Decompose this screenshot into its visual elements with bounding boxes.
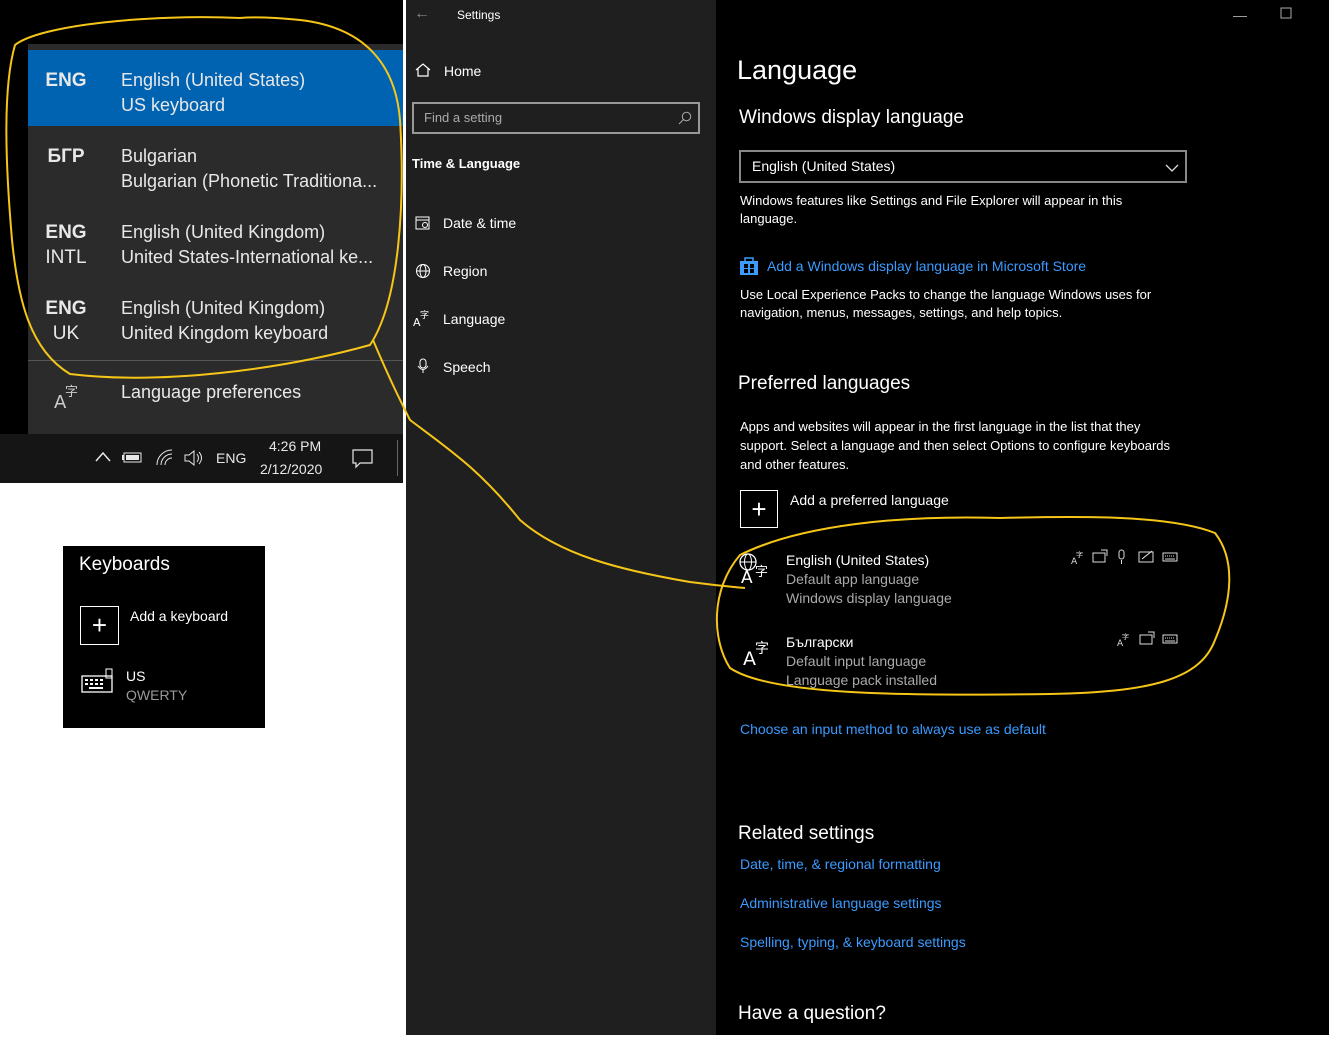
language-item-name[interactable]: Български — [786, 634, 853, 650]
globe-icon — [415, 263, 431, 284]
svg-text:字: 字 — [755, 641, 769, 657]
related-link-regional-formatting[interactable]: Date, time, & regional formatting — [740, 856, 941, 872]
back-arrow-icon[interactable]: ← — [414, 5, 430, 23]
chevron-down-icon — [1165, 160, 1179, 178]
preferred-languages-heading: Preferred languages — [738, 373, 911, 394]
language-item-name[interactable]: English (United States) — [786, 552, 929, 568]
svg-text:字: 字 — [1122, 632, 1129, 641]
flyout-item-text: English (United Kingdom) United Kingdom k… — [121, 298, 329, 343]
flyout-item-text: English (United Kingdom) United States-In… — [121, 222, 374, 267]
keyboard-icon — [81, 668, 115, 701]
svg-text:字: 字 — [1076, 550, 1083, 559]
display-language-select[interactable]: English (United States) — [739, 150, 1187, 183]
settings-content-pane: — Language Windows display language Engl… — [716, 0, 1329, 1035]
display-language-heading: Windows display language — [739, 107, 964, 128]
language-item-sub1: Default input language — [786, 653, 927, 669]
page-title: Language — [737, 55, 858, 85]
lxp-description: Use Local Experience Packs to change the… — [740, 287, 1152, 320]
flyout-item-code: ENG INTL — [45, 222, 87, 268]
microphone-icon — [416, 358, 430, 379]
add-keyboard-label[interactable]: Add a keyboard — [130, 608, 228, 624]
handwriting-feature-icon — [1138, 550, 1154, 563]
related-link-spelling-typing[interactable]: Spelling, typing, & keyboard settings — [740, 934, 966, 950]
window-title: Settings — [457, 8, 501, 22]
nav-speech[interactable]: Speech — [443, 359, 490, 375]
flyout-divider — [28, 360, 403, 361]
related-settings-heading: Related settings — [738, 823, 875, 844]
language-preferences-icon: A字 — [54, 382, 84, 418]
flyout-item-bulgarian[interactable]: БГР Bulgarian Bulgarian (Phonetic Traditi… — [28, 126, 403, 202]
related-link-admin-language[interactable]: Administrative language settings — [740, 895, 942, 911]
chevron-up-icon[interactable] — [94, 448, 112, 469]
add-preferred-language-label[interactable]: Add a preferred language — [790, 492, 949, 508]
search-input[interactable]: Find a setting — [412, 102, 700, 134]
wifi-icon[interactable] — [156, 449, 174, 470]
nav-date-time[interactable]: Date & time — [443, 215, 516, 231]
display-language-description: Windows features like Settings and File … — [740, 193, 1123, 226]
flyout-item-eng-uk[interactable]: ENG UK English (United Kingdom) United Kin… — [28, 278, 403, 354]
language-item-sub2: Windows display language — [786, 590, 952, 606]
input-method-link[interactable]: Choose an input method to always use as … — [740, 721, 1046, 737]
flyout-item-text: English (United States) US keyboard — [121, 70, 306, 115]
maximize-icon[interactable] — [1280, 6, 1292, 24]
minimize-icon[interactable]: — — [1233, 7, 1247, 23]
keyboard-layout: QWERTY — [126, 687, 188, 703]
input-language-indicator[interactable]: ENG — [216, 450, 246, 466]
flyout-item-code: БГР — [47, 146, 85, 167]
have-a-question-heading: Have a question? — [738, 1003, 886, 1024]
keyboards-panel: Keyboards + Add a keyboard US QWERTY — [63, 546, 265, 728]
display-language-globe-icon: A字 — [738, 552, 774, 589]
language-icon: A字 — [413, 309, 431, 332]
store-language-link[interactable]: Add a Windows display language in Micros… — [767, 258, 1086, 274]
keyboard-name[interactable]: US — [126, 668, 145, 684]
language-feature-icons: A字 — [1070, 548, 1180, 571]
svg-text:A: A — [741, 568, 753, 584]
taskbar: ENG 4:26 PM 2/12/2020 — [0, 434, 403, 483]
battery-icon[interactable] — [122, 449, 144, 468]
display-language-feature-icon: A字 — [1071, 550, 1083, 567]
nav-region[interactable]: Region — [443, 263, 487, 279]
store-icon — [739, 256, 759, 281]
nav-section-title: Time & Language — [412, 156, 521, 171]
language-flyout-region: ENG English (United States) US keyboard Б… — [0, 0, 403, 483]
nav-home[interactable]: Home — [444, 63, 481, 79]
speech-recognition-feature-icon — [1092, 549, 1108, 563]
language-item-sub2: Language pack installed — [786, 672, 938, 688]
flyout-item-text: Bulgarian Bulgarian (Phonetic Traditiona.… — [121, 146, 378, 191]
volume-icon[interactable] — [183, 449, 205, 470]
search-icon[interactable] — [678, 111, 692, 130]
language-item-sub1: Default app language — [786, 571, 920, 587]
flyout-item-code: ENG — [45, 70, 87, 91]
svg-text:字: 字 — [65, 385, 78, 400]
language-feature-icons: A字 — [1116, 630, 1180, 653]
language-flyout: ENG English (United States) US keyboard Б… — [28, 44, 403, 434]
add-keyboard-button[interactable]: + — [80, 606, 119, 645]
display-language-value: English (United States) — [752, 158, 896, 174]
action-center-icon[interactable] — [352, 448, 374, 473]
language-icon: A字 — [743, 637, 775, 674]
keyboard-feature-icon — [1162, 634, 1178, 644]
search-placeholder: Find a setting — [424, 110, 503, 125]
show-desktop-divider[interactable] — [397, 440, 398, 476]
preferred-languages-description: Apps and websites will appear in the fir… — [740, 419, 1171, 472]
flyout-item-eng-intl[interactable]: ENG INTL English (United Kingdom) United S… — [28, 202, 403, 278]
calendar-icon — [415, 215, 431, 236]
flyout-item-eng-us[interactable]: ENG English (United States) US keyboard — [28, 50, 403, 126]
keyboards-title: Keyboards — [79, 554, 170, 575]
language-preferences-link[interactable]: Language preferences — [121, 382, 301, 403]
settings-nav-pane: ← Settings Home Find a setting Time & La… — [406, 0, 716, 1035]
svg-text:字: 字 — [420, 309, 429, 321]
speech-recognition-feature-icon — [1139, 631, 1155, 645]
svg-text:字: 字 — [755, 565, 768, 580]
clock-time[interactable]: 4:26 PM — [269, 438, 321, 454]
keyboard-feature-icon — [1162, 552, 1178, 562]
home-icon — [415, 62, 431, 83]
microphone-feature-icon — [1118, 549, 1125, 564]
add-preferred-language-button[interactable]: + — [740, 490, 778, 528]
nav-language[interactable]: Language — [443, 311, 505, 327]
flyout-item-code: ENG UK — [45, 298, 87, 344]
clock-date[interactable]: 2/12/2020 — [260, 461, 322, 477]
display-language-feature-icon: A字 — [1117, 632, 1129, 649]
